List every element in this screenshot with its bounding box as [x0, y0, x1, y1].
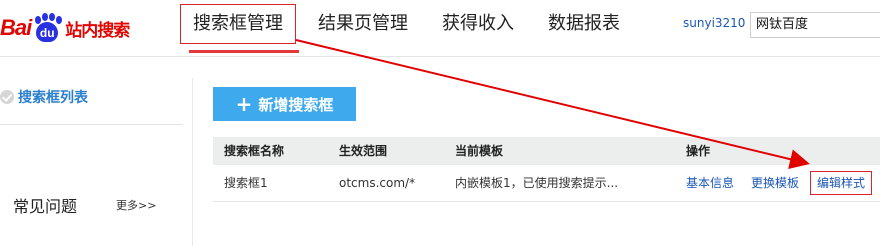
paw-text: du [36, 22, 59, 42]
header-template: 当前模板 [455, 144, 504, 158]
check-circle-icon [0, 90, 14, 104]
sidebar-item-label: 搜索框列表 [18, 90, 88, 106]
paw-icon: du [32, 13, 63, 43]
faq-more-link[interactable]: 更多>> [116, 197, 156, 213]
plus-icon: + [235, 92, 253, 116]
cell-template: 内嵌模板1，已使用搜索提示... [455, 176, 619, 190]
basic-info-link[interactable]: 基本信息 [686, 165, 734, 201]
top-bar: Bai du 站内搜索 搜索框管理 结果页管理 获得收入 数据报表 sunyi3… [0, 0, 880, 57]
sidebar: 搜索框列表 常见问题 更多>> [0, 57, 183, 246]
nav-tab-reports[interactable]: 数据报表 [536, 4, 632, 44]
add-button-label: 新增搜索框 [258, 95, 334, 114]
table-row: 搜索框1 otcms.com/* 内嵌模板1，已使用搜索提示... 基本信息 更… [213, 165, 880, 202]
active-tab-underline [189, 50, 299, 53]
nav-tab-income[interactable]: 获得收入 [430, 4, 526, 44]
sidebar-divider [0, 124, 183, 125]
nav-tab-results-manage[interactable]: 结果页管理 [306, 4, 420, 44]
username-link[interactable]: sunyi3210 [683, 16, 745, 30]
edit-style-link[interactable]: 编辑样式 [810, 171, 873, 195]
table-header: 搜索框名称 生效范围 当前模板 操作 [213, 137, 880, 165]
vertical-divider [192, 78, 193, 246]
cell-scope: otcms.com/* [339, 176, 416, 190]
header-actions: 操作 [686, 144, 711, 158]
logo-brand-text: Bai [0, 15, 32, 40]
searchbox-table: 搜索框名称 生效范围 当前模板 操作 搜索框1 otcms.com/* 内嵌模板… [213, 137, 880, 202]
main-nav: 搜索框管理 结果页管理 获得收入 数据报表 [180, 4, 642, 48]
faq-title: 常见问题 [13, 197, 78, 216]
add-searchbox-button[interactable]: + 新增搜索框 [213, 87, 356, 121]
cell-name: 搜索框1 [224, 176, 268, 190]
logo-site-name: 站内搜索 [65, 20, 130, 41]
change-template-link[interactable]: 更换模板 [751, 165, 799, 201]
header-scope: 生效范围 [339, 144, 388, 158]
site-selector[interactable]: 网钛百度 [750, 12, 880, 38]
sidebar-item-searchbox-list[interactable]: 搜索框列表 [0, 85, 88, 109]
header-name: 搜索框名称 [224, 144, 285, 158]
nav-tab-searchbox-manage[interactable]: 搜索框管理 [180, 4, 296, 44]
baidu-logo[interactable]: Bai du 站内搜索 [0, 10, 130, 46]
